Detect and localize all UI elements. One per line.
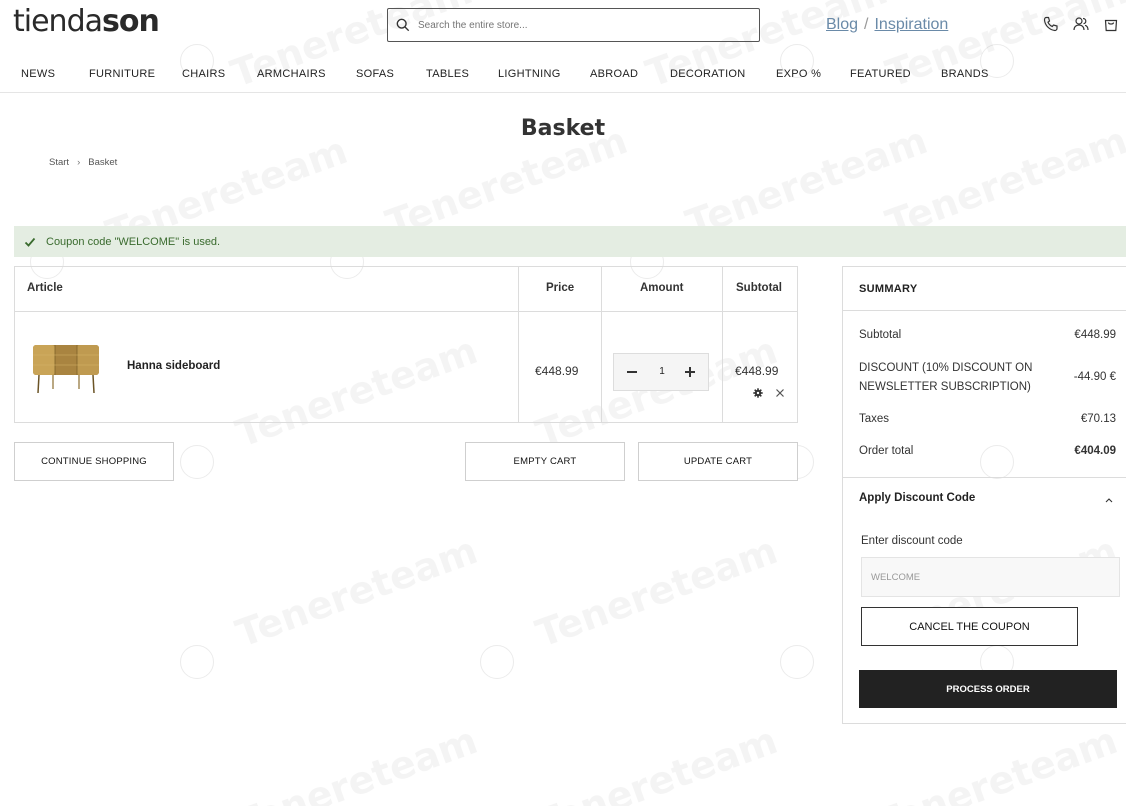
nav-item-tables[interactable]: TABLES (426, 68, 469, 80)
divider (843, 477, 1126, 478)
divider (843, 310, 1126, 311)
main-nav: NEWS FURNITURE CHAIRS ARMCHAIRS SOFAS TA… (0, 68, 1126, 84)
breadcrumb: Start › Basket (49, 157, 117, 168)
item-price: €448.99 (535, 364, 579, 378)
quantity-stepper (613, 353, 709, 391)
nav-item-abroad[interactable]: ABROAD (590, 68, 638, 80)
cart-icon[interactable] (1103, 16, 1119, 32)
cancel-coupon-button[interactable]: CANCEL THE COUPON (861, 607, 1078, 646)
site-logo[interactable]: tiendason (13, 4, 160, 39)
blog-link[interactable]: Blog (826, 16, 858, 33)
breadcrumb-current: Basket (88, 157, 118, 168)
column-divider (722, 267, 723, 422)
nav-item-chairs[interactable]: CHAIRS (182, 68, 225, 80)
coupon-success-text: Coupon code "WELCOME" is used. (46, 235, 221, 248)
taxes-label: Taxes (859, 413, 890, 425)
breadcrumb-chevron-icon: › (77, 157, 81, 168)
order-total-value: €404.09 (1074, 445, 1116, 457)
watermark-seal-icon (780, 645, 814, 679)
logo-text-light: tienda (13, 4, 103, 39)
watermark-text: Tenereteam (870, 718, 1123, 806)
column-divider (518, 267, 519, 422)
taxes-value: €70.13 (1080, 413, 1116, 425)
summary-title: SUMMARY (859, 283, 918, 295)
discount-label: DISCOUNT (10% DISCOUNT ON NEWSLETTER SUB… (859, 362, 1033, 393)
coupon-success-message: Coupon code "WELCOME" is used. (14, 226, 1126, 257)
subtotal-value: €448.99 (1074, 329, 1116, 341)
nav-item-armchairs[interactable]: ARMCHAIRS (257, 68, 326, 80)
edit-item-gear-icon[interactable] (753, 388, 763, 398)
continue-shopping-button[interactable]: CONTINUE SHOPPING (14, 442, 174, 481)
column-divider (601, 267, 602, 422)
watermark-seal-icon (180, 645, 214, 679)
nav-item-lightning[interactable]: LIGHTNING (498, 68, 561, 80)
watermark-text: Tenereteam (530, 528, 783, 656)
search-icon[interactable] (396, 18, 410, 32)
decrease-quantity-button[interactable] (624, 364, 640, 380)
nav-item-featured[interactable]: FEATURED (850, 68, 911, 80)
item-actions (753, 388, 785, 398)
phone-icon[interactable] (1043, 16, 1059, 32)
watermark-text: Tenereteam (230, 528, 483, 656)
breadcrumb-start-link[interactable]: Start (49, 157, 69, 168)
watermark-seal-icon (180, 445, 214, 479)
discount-code-label: Enter discount code (861, 535, 963, 547)
subtotal-label: Subtotal (859, 329, 902, 341)
cart-table: Article Price Amount Subtotal Hanna side… (14, 266, 798, 423)
account-icon[interactable] (1073, 16, 1089, 32)
header-price: Price (546, 282, 575, 294)
nav-item-decoration[interactable]: DECORATION (670, 68, 746, 80)
site-header: tiendason Blog / Inspiration NEWS FURNITUR… (0, 0, 1126, 93)
logo-text-bold: son (102, 4, 160, 39)
order-summary: SUMMARY Subtotal €448.99 DISCOUNT (10% D… (842, 266, 1126, 724)
link-separator: / (864, 16, 869, 33)
watermark-seal-icon (480, 645, 514, 679)
nav-item-sofas[interactable]: SOFAS (356, 68, 394, 80)
watermark-text: Tenereteam (230, 718, 483, 806)
product-image-sideboard[interactable] (31, 339, 101, 395)
increase-quantity-button[interactable] (682, 364, 698, 380)
search-bar (387, 8, 760, 42)
discount-section-toggle[interactable]: Apply Discount Code (859, 492, 975, 504)
search-input[interactable] (418, 19, 748, 31)
item-subtotal: €448.99 (735, 364, 779, 378)
discount-value: -44.90 € (1073, 371, 1116, 383)
update-cart-button[interactable]: UPDATE CART (638, 442, 798, 481)
header-subtotal: Subtotal (736, 282, 782, 294)
product-name-link[interactable]: Hanna sideboard (127, 360, 220, 372)
checkmark-icon (24, 237, 36, 247)
chevron-up-icon[interactable] (1104, 495, 1114, 505)
page-title: Basket (520, 116, 606, 141)
header-amount: Amount (640, 282, 684, 294)
inspiration-link[interactable]: Inspiration (874, 16, 948, 33)
nav-item-expo[interactable]: EXPO % (776, 68, 821, 80)
top-links: Blog / Inspiration (826, 16, 948, 34)
remove-item-close-icon[interactable] (775, 388, 785, 398)
watermark-text: Tenereteam (530, 718, 783, 806)
quantity-input[interactable] (652, 366, 672, 377)
discount-code-input[interactable] (861, 557, 1120, 597)
header-icons (1043, 16, 1119, 32)
empty-cart-button[interactable]: EMPTY CART (465, 442, 625, 481)
process-order-button[interactable]: PROCESS ORDER (859, 670, 1117, 708)
nav-item-news[interactable]: NEWS (21, 68, 55, 80)
nav-item-brands[interactable]: BRANDS (941, 68, 989, 80)
nav-item-furniture[interactable]: FURNITURE (89, 68, 155, 80)
order-total-label: Order total (859, 445, 914, 457)
header-article: Article (27, 282, 63, 294)
